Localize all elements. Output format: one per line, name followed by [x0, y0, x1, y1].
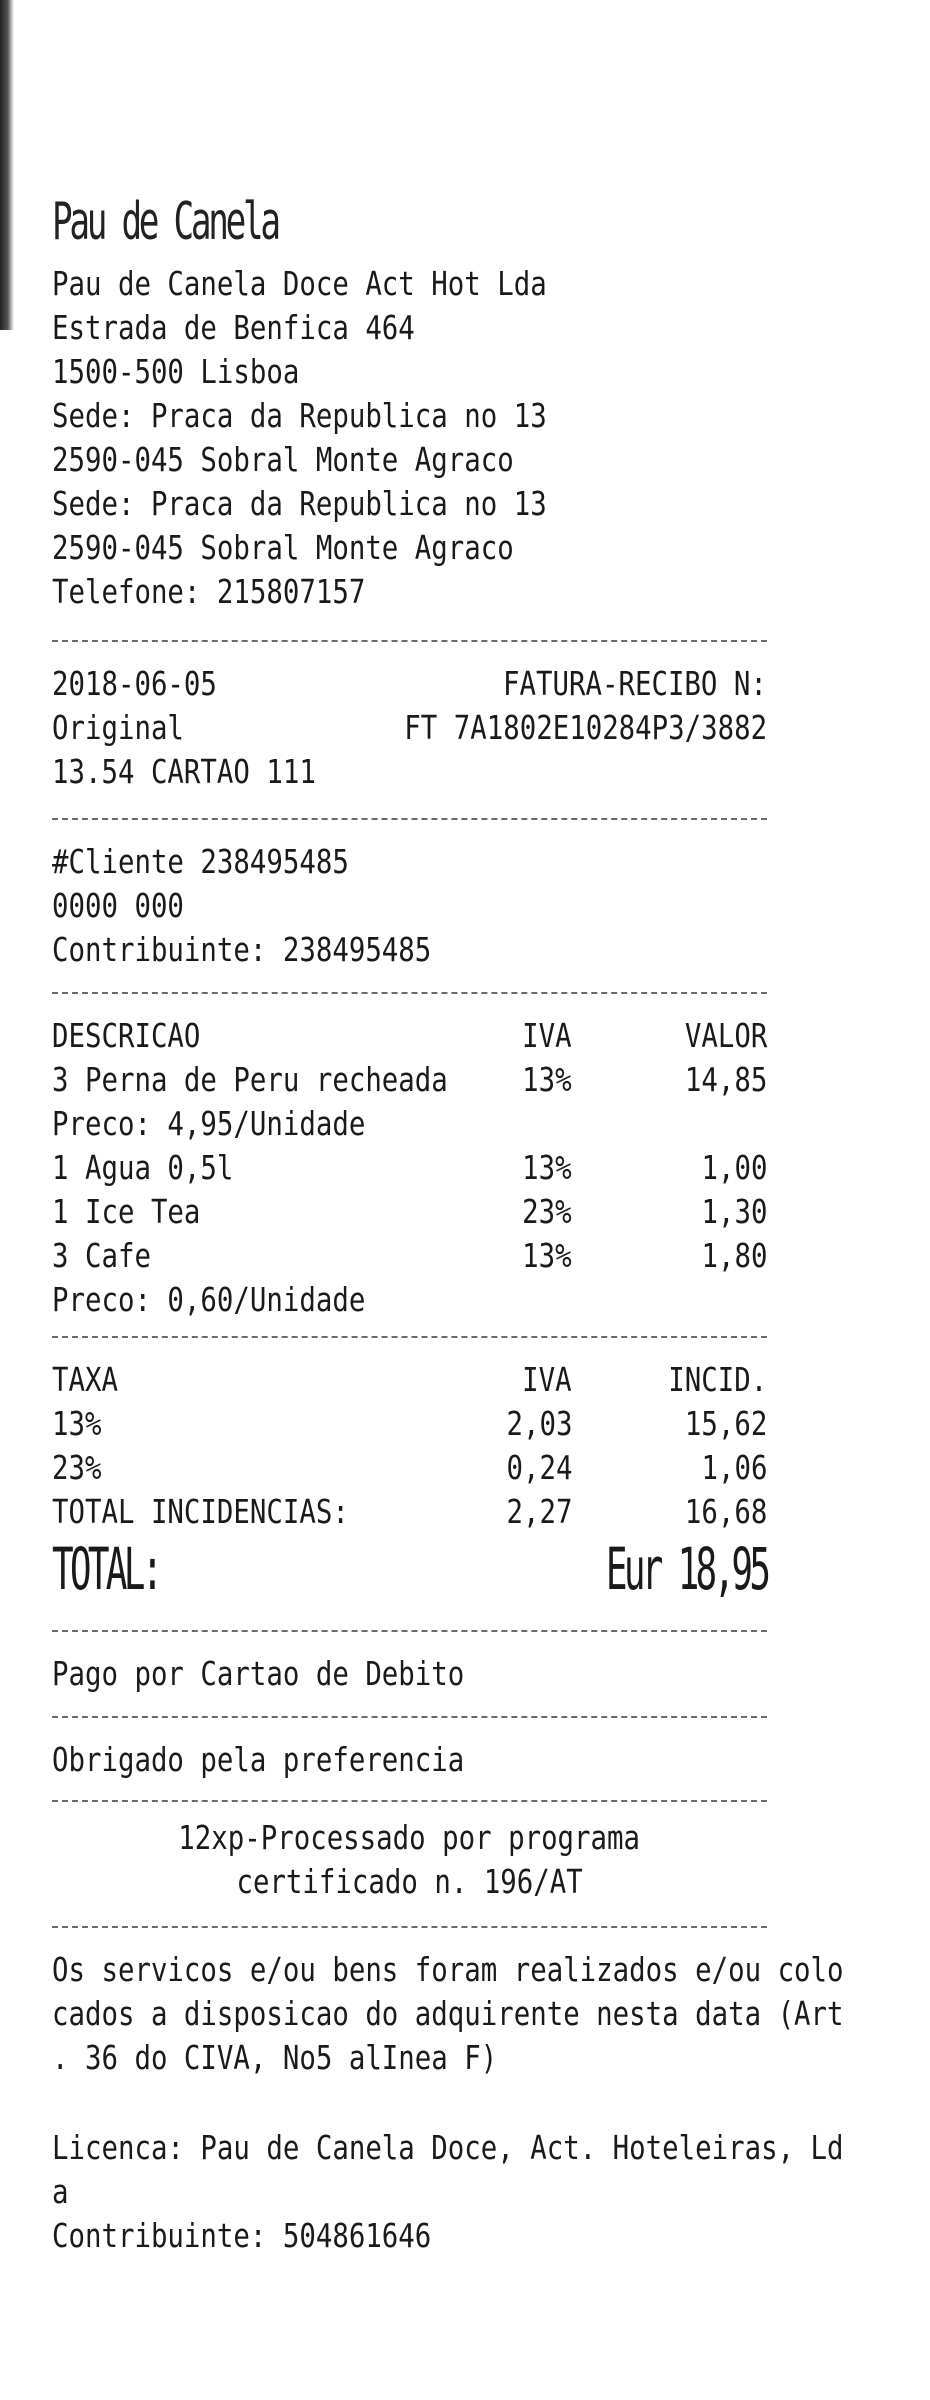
column-header-value: VALOR: [684, 1016, 767, 1055]
column-header-vat: IVA: [522, 1016, 572, 1055]
copy-type: Original: [52, 708, 184, 747]
item-vat: 13%: [522, 1060, 572, 1099]
items-header-row: DESCRICAO IVA VALOR: [52, 1014, 767, 1058]
tax-row: 13% 2,03 15,62: [52, 1402, 767, 1446]
certification-text: 12xp-Processado por programa: [178, 1818, 641, 1857]
separator: [52, 1800, 767, 1802]
customer-id: #Cliente 238495485: [52, 842, 349, 881]
item-description: 3 Cafe: [52, 1236, 151, 1275]
tax-vat: 2,03: [506, 1404, 572, 1443]
item-row: 3 Cafe 13% 1,80: [52, 1234, 767, 1278]
column-header-rate: TAXA: [52, 1360, 118, 1399]
item-vat: 23%: [522, 1192, 572, 1231]
separator: [52, 1630, 767, 1632]
headquarters-street: Sede: Praca da Republica no 13: [52, 396, 547, 435]
separator: [52, 1336, 767, 1338]
item-vat: 13%: [522, 1236, 572, 1275]
headquarters-city-2: 2590-045 Sobral Monte Agraco: [52, 528, 514, 567]
column-header-incidence: INCID.: [668, 1360, 767, 1399]
thank-you-message: Obrigado pela preferencia: [52, 1740, 465, 1779]
item-vat: 13%: [522, 1148, 572, 1187]
total-amount: Eur 18,95: [605, 1535, 771, 1603]
paper-edge-shadow: [0, 0, 14, 330]
tax-row: 23% 0,24 1,06: [52, 1446, 767, 1490]
legal-notice-line-2: cados a disposicao do adquirente nesta d…: [52, 1994, 844, 2033]
license-line-1: Licenca: Pau de Canela Doce, Act. Hotele…: [52, 2128, 844, 2167]
tax-total-row: TOTAL INCIDENCIAS: 2,27 16,68: [52, 1490, 767, 1534]
address-city: 1500-500 Lisboa: [52, 352, 300, 391]
receipt: Pau de Canela Pau de Canela Doce Act Hot…: [52, 0, 922, 2400]
item-description: 1 Agua 0,5l: [52, 1148, 234, 1187]
document-date-row: 2018-06-05 FATURA-RECIBO N:: [52, 662, 767, 706]
headquarters-street-2: Sede: Praca da Republica no 13: [52, 484, 547, 523]
separator: [52, 640, 767, 642]
separator: [52, 1926, 767, 1928]
document-number: FT 7A1802E10284P3/3882: [404, 708, 767, 747]
certification-number: certificado n. 196/AT: [236, 1862, 583, 1901]
license-line-2: a: [52, 2172, 69, 2211]
legal-notice-line-3: . 36 do CIVA, No5 alInea F): [52, 2038, 498, 2077]
tax-incidence: 15,62: [684, 1404, 767, 1443]
item-value: 1,80: [701, 1236, 767, 1275]
column-header-description: DESCRICAO: [52, 1016, 201, 1055]
tax-total-label: TOTAL INCIDENCIAS:: [52, 1492, 349, 1531]
certification-line-1: 12xp-Processado por programa: [52, 1816, 767, 1860]
headquarters-city: 2590-045 Sobral Monte Agraco: [52, 440, 514, 479]
item-row: 1 Agua 0,5l 13% 1,00: [52, 1146, 767, 1190]
separator: [52, 818, 767, 820]
legal-notice-line-1: Os servicos e/ou bens foram realizados e…: [52, 1950, 844, 1989]
document-type: FATURA-RECIBO N:: [503, 664, 767, 703]
item-value: 14,85: [684, 1060, 767, 1099]
tax-vat: 0,24: [506, 1448, 572, 1487]
tax-incidence: 1,06: [701, 1448, 767, 1487]
column-header-tax-vat: IVA: [522, 1360, 572, 1399]
document-number-row: Original FT 7A1802E10284P3/3882: [52, 706, 767, 750]
tax-header-row: TAXA IVA INCID.: [52, 1358, 767, 1402]
tax-rate: 13%: [52, 1404, 102, 1443]
total-label: TOTAL:: [52, 1535, 163, 1603]
address-street: Estrada de Benfica 464: [52, 308, 415, 347]
item-row: 3 Perna de Peru recheada 13% 14,85: [52, 1058, 767, 1102]
time-payment: 13.54 CARTAO 111: [52, 752, 316, 791]
item-description: 1 Ice Tea: [52, 1192, 201, 1231]
separator: [52, 992, 767, 994]
item-value: 1,00: [701, 1148, 767, 1187]
item-description: 3 Perna de Peru recheada: [52, 1060, 448, 1099]
item-unit-price: Preco: 4,95/Unidade: [52, 1104, 366, 1143]
item-unit-price: Preco: 0,60/Unidade: [52, 1280, 366, 1319]
separator: [52, 1716, 767, 1718]
phone-number: Telefone: 215807157: [52, 572, 366, 611]
tax-rate: 23%: [52, 1448, 102, 1487]
customer-tax-id: Contribuinte: 238495485: [52, 930, 432, 969]
company-tax-id: Contribuinte: 504861646: [52, 2216, 432, 2255]
customer-code: 0000 000: [52, 886, 184, 925]
document-date: 2018-06-05: [52, 664, 217, 703]
tax-total-vat: 2,27: [506, 1492, 572, 1531]
store-logo: Pau de Canela: [52, 192, 281, 252]
company-name: Pau de Canela Doce Act Hot Lda: [52, 264, 547, 303]
payment-method: Pago por Cartao de Debito: [52, 1654, 465, 1693]
item-value: 1,30: [701, 1192, 767, 1231]
item-row: 1 Ice Tea 23% 1,30: [52, 1190, 767, 1234]
certification-line-2: certificado n. 196/AT: [52, 1860, 767, 1904]
tax-total-incidence: 16,68: [684, 1492, 767, 1531]
